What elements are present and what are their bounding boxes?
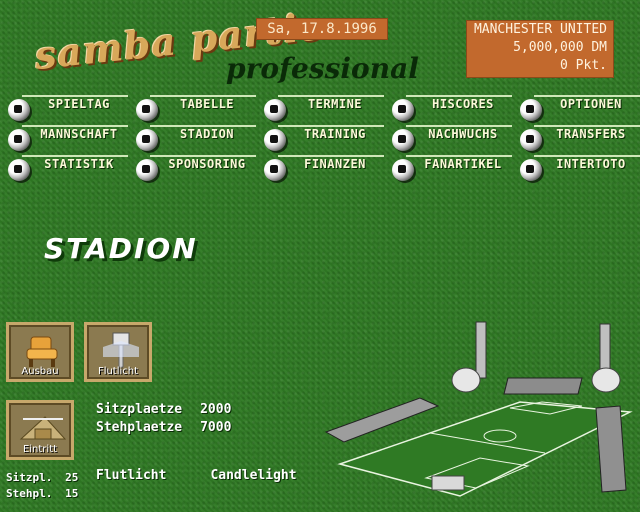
stehplaetze-value: 7000 <box>200 420 232 435</box>
floodlight-left <box>451 321 487 393</box>
football-icon <box>8 129 30 151</box>
menu-termine[interactable]: TERMINE <box>264 95 384 121</box>
ausbau-button[interactable]: Ausbau <box>6 322 74 382</box>
steh-price-row: Stehpl. 15 <box>6 487 79 500</box>
flutlicht-stats: Flutlicht Candlelight <box>96 468 315 486</box>
menu-intertoto[interactable]: INTERTOTO <box>520 155 640 181</box>
page-title: STADION <box>44 232 198 265</box>
team-points: 0 Pkt. <box>560 58 607 73</box>
football-icon <box>136 129 158 151</box>
team-money: 5,000,000 DM <box>513 40 607 55</box>
sitzplaetze-label: Sitzplaetze <box>96 402 183 417</box>
menu-transfers[interactable]: TRANSFERS <box>520 125 640 151</box>
football-icon <box>264 99 286 121</box>
seat-icon <box>15 331 65 367</box>
sitz-price-row: Sitzpl. 25 <box>6 471 79 484</box>
flutlicht-label: Flutlicht <box>96 468 167 483</box>
menu-training[interactable]: TRAINING <box>264 125 384 151</box>
eintritt-button[interactable]: Eintritt <box>6 400 74 460</box>
menu-hiscores[interactable]: HISCORES <box>392 95 512 121</box>
stehplaetze-label: Stehplaetze <box>96 420 183 435</box>
menu-spieltag[interactable]: SPIELTAG <box>8 95 128 121</box>
menu-nachwuchs[interactable]: NACHWUCHS <box>392 125 512 151</box>
football-icon <box>264 159 286 181</box>
floodlight-icon <box>93 331 143 368</box>
football-icon <box>136 99 158 121</box>
menu-tabelle[interactable]: TABELLE <box>136 95 256 121</box>
football-icon <box>136 159 158 181</box>
football-icon <box>392 129 414 151</box>
football-icon <box>392 99 414 121</box>
floodlight-right <box>591 323 621 393</box>
football-icon <box>520 99 542 121</box>
football-icon <box>520 159 542 181</box>
sitzplaetze-value: 2000 <box>200 402 232 417</box>
date-display: Sa, 17.8.1996 <box>256 18 388 40</box>
team-info-panel: MANCHESTER UNITED 5,000,000 DM 0 Pkt. <box>466 20 614 78</box>
football-icon <box>8 159 30 181</box>
ticket-icon <box>15 409 67 441</box>
flutlicht-button[interactable]: Flutlicht <box>84 322 152 382</box>
menu-finanzen[interactable]: FINANZEN <box>264 155 384 181</box>
football-icon <box>392 159 414 181</box>
flutlicht-value: Candlelight <box>210 468 297 483</box>
menu-statistik[interactable]: STATISTIK <box>8 155 128 181</box>
goal-net <box>431 475 465 491</box>
menu-stadion[interactable]: STADION <box>136 125 256 151</box>
ticket-prices: Sitzpl. 25 Stehpl. 15 <box>6 470 78 502</box>
stadium-view <box>324 321 633 497</box>
menu-mannschaft[interactable]: MANNSCHAFT <box>8 125 128 151</box>
logo-sub-text: professional <box>226 52 419 85</box>
team-name: MANCHESTER UNITED <box>473 22 607 37</box>
menu-optionen[interactable]: OPTIONEN <box>520 95 640 121</box>
football-icon <box>8 99 30 121</box>
stadium-stats: Sitzplaetze 2000 Stehplaetze 7000 <box>96 402 249 438</box>
football-icon <box>520 129 542 151</box>
stand-top <box>503 377 583 395</box>
menu-fanartikel[interactable]: FANARTIKEL <box>392 155 512 181</box>
menu-sponsoring[interactable]: SPONSORING <box>136 155 256 181</box>
football-icon <box>264 129 286 151</box>
stand-right <box>595 405 627 493</box>
